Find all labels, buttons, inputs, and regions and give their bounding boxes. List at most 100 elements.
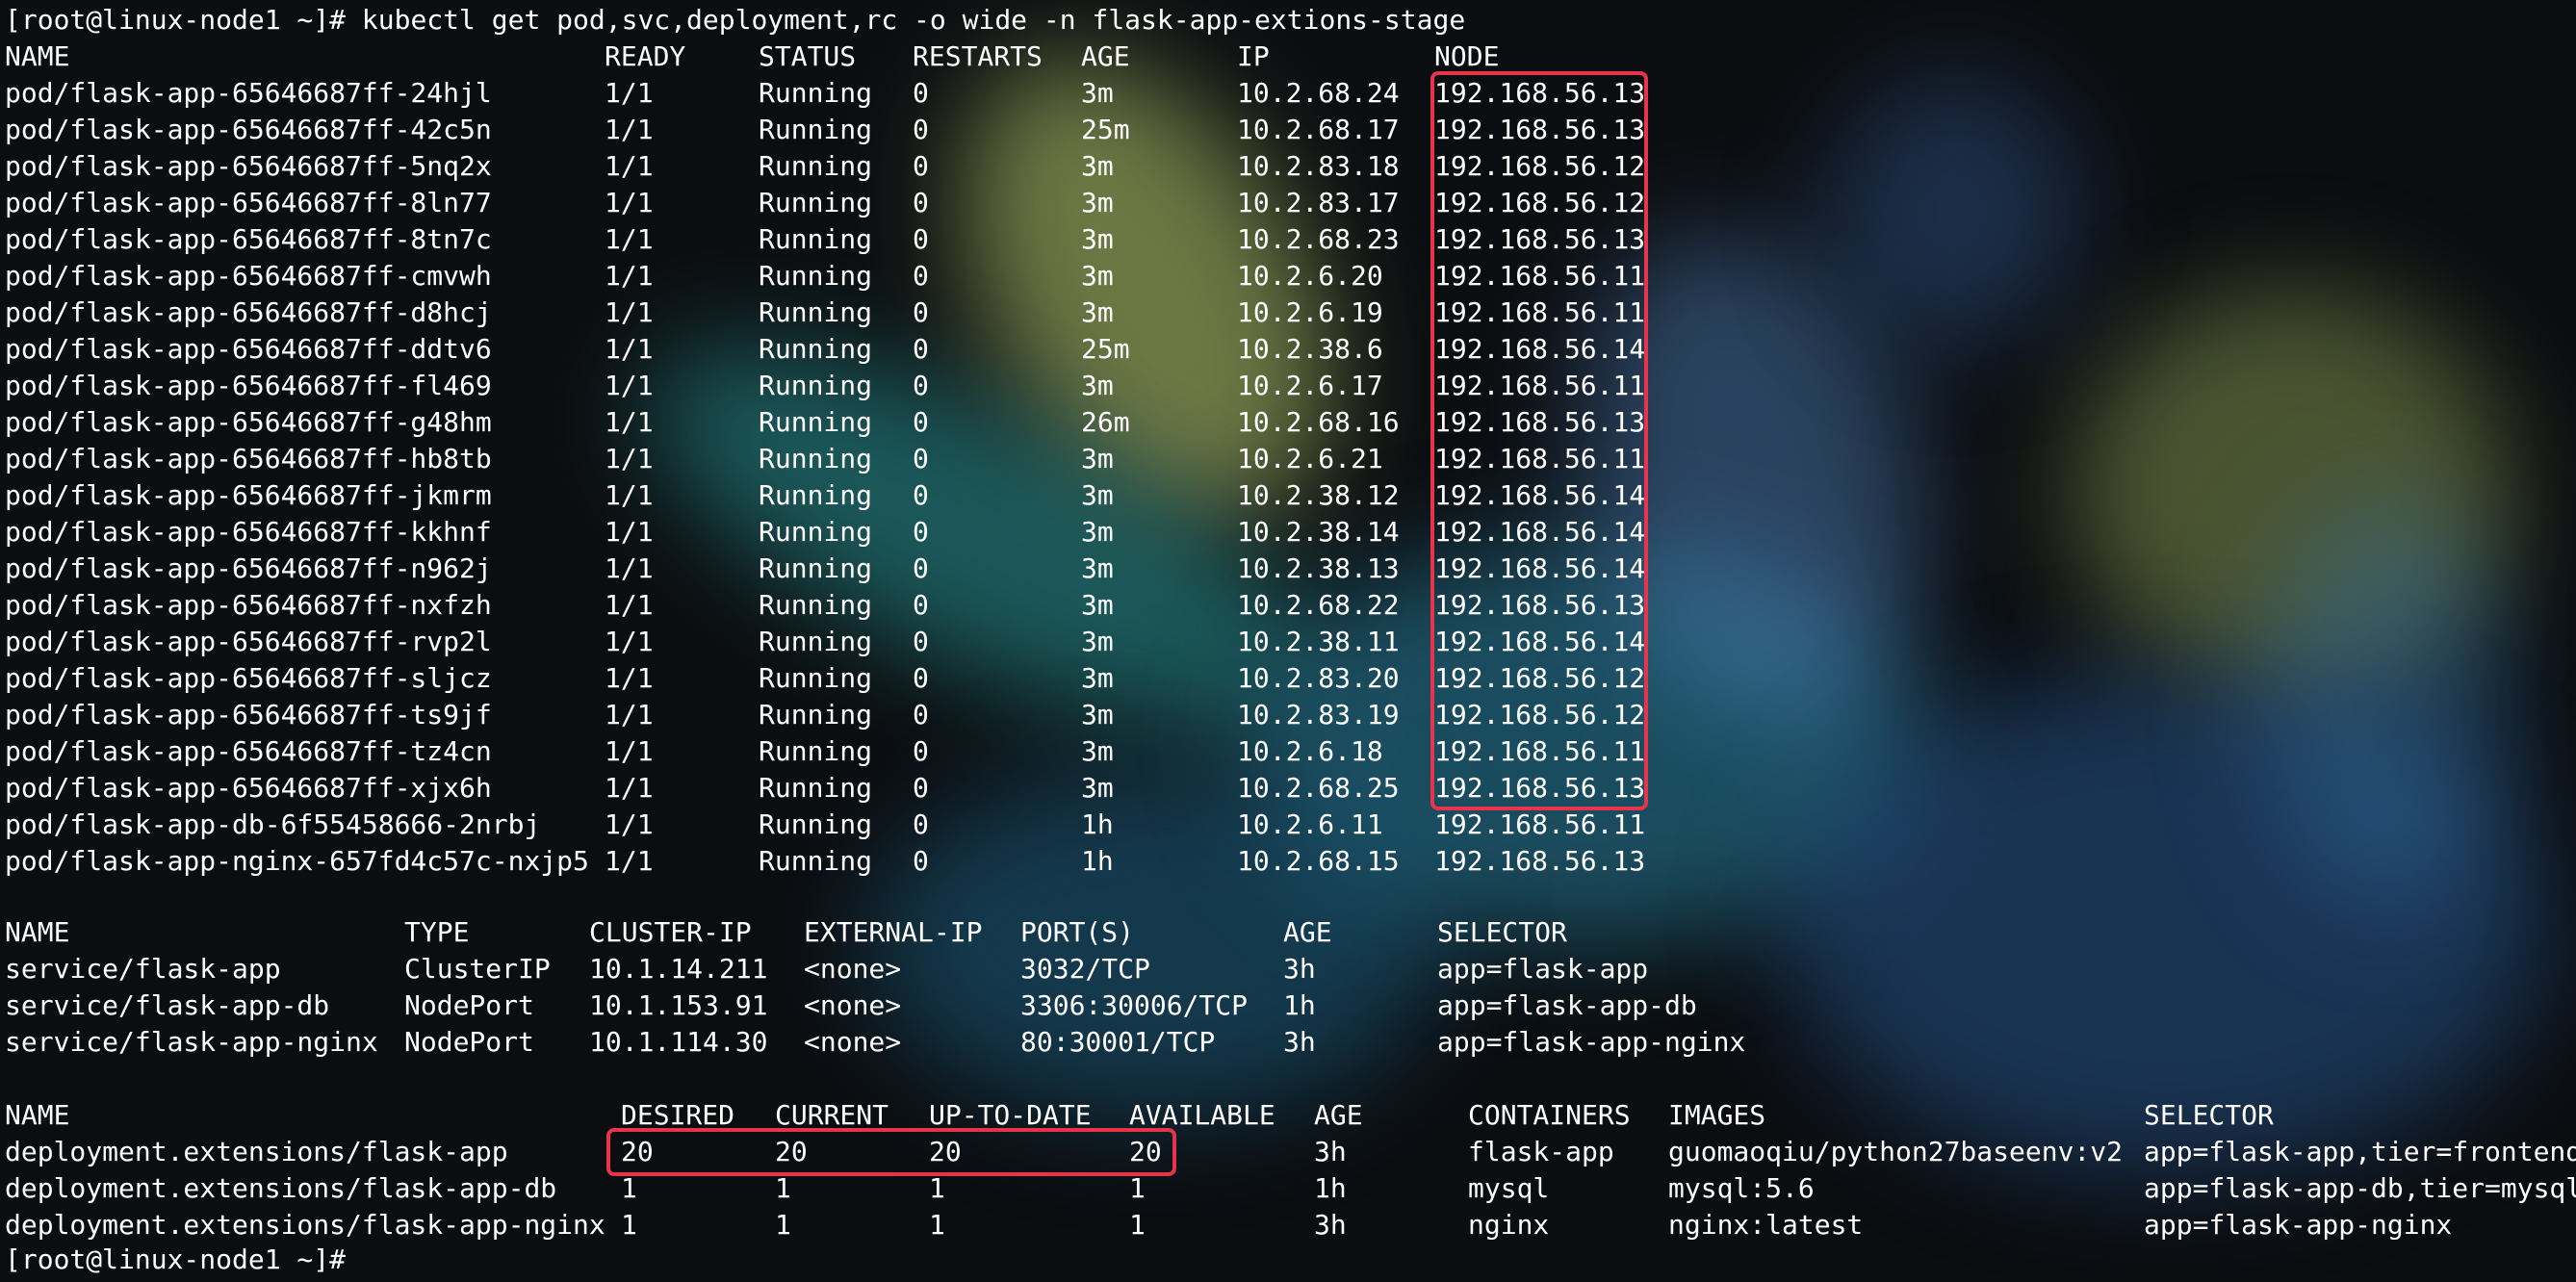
cell-status: Running xyxy=(759,77,873,109)
header-age: AGE xyxy=(1081,40,1130,72)
terminal-window[interactable]: [root@linux-node1 ~]# kubectl get pod,sv… xyxy=(0,0,2576,1282)
cell-node: 192.168.56.13 xyxy=(1434,114,1646,145)
cell-type: ClusterIP xyxy=(404,953,551,985)
cell-age: 3m xyxy=(1081,699,1114,731)
cell-name: deployment.extensions/flask-app xyxy=(5,1136,508,1167)
cell-name: pod/flask-app-65646687ff-fl469 xyxy=(5,370,492,401)
cell-status: Running xyxy=(759,735,873,767)
cell-selector: app=flask-app xyxy=(1437,953,1649,985)
cell-age: 3m xyxy=(1081,77,1114,109)
cell-ready: 1/1 xyxy=(605,333,654,365)
cell-restarts: 0 xyxy=(913,333,929,365)
cell-node: 192.168.56.13 xyxy=(1434,223,1646,255)
cell-status: Running xyxy=(759,223,873,255)
cell-node: 192.168.56.11 xyxy=(1434,735,1646,767)
cell-ip: 10.2.68.25 xyxy=(1237,772,1400,804)
cell-name: pod/flask-app-65646687ff-cmvwh xyxy=(5,260,492,292)
cell-ip: 10.2.68.22 xyxy=(1237,589,1400,621)
header-name: NAME xyxy=(5,1099,70,1131)
cell-ready: 1/1 xyxy=(605,296,654,328)
cell-node: 192.168.56.14 xyxy=(1434,479,1646,511)
cell-name: deployment.extensions/flask-app-nginx xyxy=(5,1209,605,1241)
cell-node: 192.168.56.12 xyxy=(1434,662,1646,694)
cell-age: 1h xyxy=(1314,1172,1347,1204)
cell-ready: 1/1 xyxy=(605,662,654,694)
final-prompt-line[interactable]: [root@linux-node1 ~]# xyxy=(5,1242,361,1278)
cell-ready: 1/1 xyxy=(605,260,654,292)
cell-status: Running xyxy=(759,333,873,365)
cell-ready: 1/1 xyxy=(605,735,654,767)
cell-images: mysql:5.6 xyxy=(1668,1172,1815,1204)
cell-ports: 3306:30006/TCP xyxy=(1020,989,1249,1021)
cell-ip: 10.2.68.23 xyxy=(1237,223,1400,255)
cell-ready: 1/1 xyxy=(605,699,654,731)
cell-ready: 1/1 xyxy=(605,443,654,474)
cell-ready: 1/1 xyxy=(605,589,654,621)
cell-status: Running xyxy=(759,479,873,511)
cell-ready: 1/1 xyxy=(605,77,654,109)
cell-current: 1 xyxy=(775,1172,791,1204)
header-containers: CONTAINERS xyxy=(1468,1099,1631,1131)
cell-node: 192.168.56.12 xyxy=(1434,699,1646,731)
cell-status: Running xyxy=(759,296,873,328)
header-node: NODE xyxy=(1434,40,1500,72)
cell-desired: 1 xyxy=(621,1172,637,1204)
cell-containers: mysql xyxy=(1468,1172,1550,1204)
header-selector: SELECTOR xyxy=(2144,1099,2274,1131)
cell-name: pod/flask-app-65646687ff-tz4cn xyxy=(5,735,492,767)
cell-ip: 10.2.83.17 xyxy=(1237,187,1400,218)
cell-age: 3h xyxy=(1283,1026,1316,1058)
cell-containers: flask-app xyxy=(1468,1136,1614,1167)
cell-ready: 1/1 xyxy=(605,808,654,840)
cell-ip: 10.2.6.17 xyxy=(1237,370,1383,401)
command-line: [root@linux-node1 ~]# kubectl get pod,sv… xyxy=(5,2,1465,38)
cell-age: 3m xyxy=(1081,223,1114,255)
cell-age: 1h xyxy=(1283,989,1316,1021)
cell-status: Running xyxy=(759,808,873,840)
cell-age: 3m xyxy=(1081,443,1114,474)
cursor xyxy=(346,1246,361,1275)
cell-ready: 1/1 xyxy=(605,150,654,182)
shell-prompt: [root@linux-node1 ~]# xyxy=(5,4,362,36)
cell-restarts: 0 xyxy=(913,589,929,621)
cell-restarts: 0 xyxy=(913,845,929,877)
cell-name: pod/flask-app-65646687ff-5nq2x xyxy=(5,150,492,182)
cell-restarts: 0 xyxy=(913,370,929,401)
cell-restarts: 0 xyxy=(913,626,929,657)
cell-name: service/flask-app-db xyxy=(5,989,330,1021)
cell-restarts: 0 xyxy=(913,223,929,255)
replica-counts-highlight xyxy=(606,1128,1176,1176)
cell-name: pod/flask-app-65646687ff-ts9jf xyxy=(5,699,492,731)
header-cluster-ip: CLUSTER-IP xyxy=(589,916,752,948)
cell-images: nginx:latest xyxy=(1668,1209,1864,1241)
cell-ip: 10.2.6.20 xyxy=(1237,260,1383,292)
cell-name: pod/flask-app-65646687ff-xjx6h xyxy=(5,772,492,804)
cell-node: 192.168.56.13 xyxy=(1434,589,1646,621)
cell-name: pod/flask-app-65646687ff-g48hm xyxy=(5,406,492,438)
cell-name: pod/flask-app-65646687ff-hb8tb xyxy=(5,443,492,474)
header-images: IMAGES xyxy=(1668,1099,1766,1131)
cell-restarts: 0 xyxy=(913,260,929,292)
header-ip: IP xyxy=(1237,40,1270,72)
header-restarts: RESTARTS xyxy=(913,40,1043,72)
cell-name: pod/flask-app-65646687ff-n962j xyxy=(5,552,492,584)
cell-name: pod/flask-app-65646687ff-kkhnf xyxy=(5,516,492,548)
header-available: AVAILABLE xyxy=(1129,1099,1275,1131)
cell-name: pod/flask-app-65646687ff-d8hcj xyxy=(5,296,492,328)
cell-node: 192.168.56.14 xyxy=(1434,552,1646,584)
header-selector: SELECTOR xyxy=(1437,916,1567,948)
background-art xyxy=(2262,500,2512,905)
cell-ip: 10.2.68.15 xyxy=(1237,845,1400,877)
header-external-ip: EXTERNAL-IP xyxy=(804,916,983,948)
cell-restarts: 0 xyxy=(913,406,929,438)
cell-name: pod/flask-app-65646687ff-8ln77 xyxy=(5,187,492,218)
cell-node: 192.168.56.13 xyxy=(1434,845,1646,877)
cell-status: Running xyxy=(759,406,873,438)
cell-age: 3h xyxy=(1283,953,1316,985)
cell-restarts: 0 xyxy=(913,552,929,584)
cell-restarts: 0 xyxy=(913,662,929,694)
cell-ready: 1/1 xyxy=(605,114,654,145)
header-age: AGE xyxy=(1283,916,1332,948)
header-status: STATUS xyxy=(759,40,857,72)
cell-available: 1 xyxy=(1129,1172,1146,1204)
